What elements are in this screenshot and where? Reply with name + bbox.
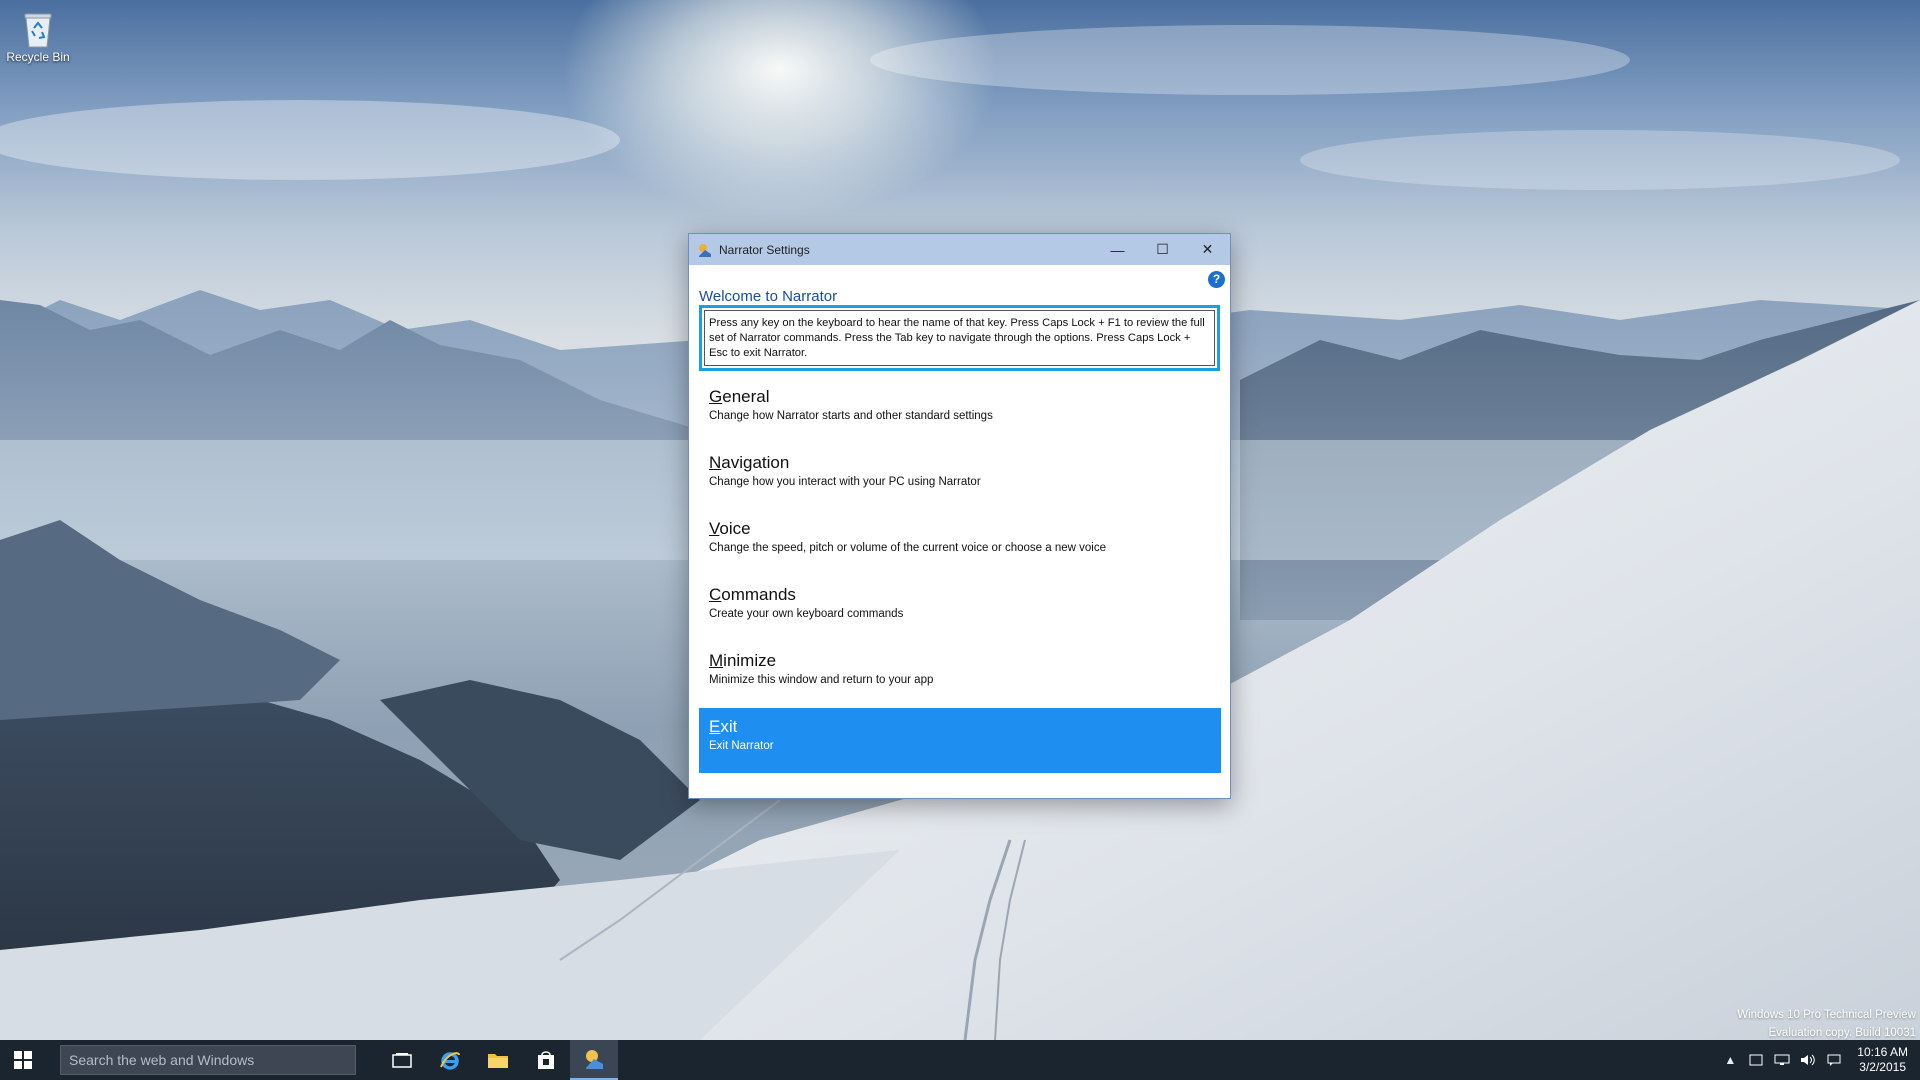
menu-item-description: Minimize this window and return to your …	[709, 674, 934, 686]
taskbar-clock[interactable]: 10:16 AM 3/2/2015	[1857, 1045, 1908, 1075]
internet-explorer-icon	[440, 1052, 460, 1070]
menu-item-description: Create your own keyboard commands	[709, 608, 904, 620]
task-view-icon	[392, 1053, 412, 1068]
menu-item-description: Change the speed, pitch or volume of the…	[709, 542, 1106, 554]
recycle-bin-icon	[24, 13, 52, 48]
menu-item-label: Minimize	[709, 651, 777, 670]
window-title: Narrator Settings	[719, 242, 810, 257]
notifications-icon[interactable]	[1821, 1054, 1847, 1066]
show-hidden-icons-chevron[interactable]: ▲	[1717, 1053, 1743, 1067]
internet-explorer-button[interactable]	[426, 1040, 474, 1080]
menu-item-label: Navigation	[709, 453, 790, 472]
network-monitor-icon	[1774, 1054, 1790, 1065]
network-icon[interactable]	[1769, 1054, 1795, 1066]
menu-item-label: Voice	[709, 519, 751, 538]
clock-date: 3/2/2015	[1859, 1060, 1906, 1074]
welcome-heading: Welcome to Narrator	[699, 288, 838, 305]
windows-watermark: Windows 10 Pro Technical Preview Evaluat…	[1737, 1006, 1916, 1042]
clock-time: 10:16 AM	[1857, 1045, 1908, 1059]
intro-text-focus-ring: Press any key on the keyboard to hear th…	[699, 305, 1220, 371]
store-button[interactable]	[522, 1040, 570, 1080]
maximize-button[interactable]: ☐	[1140, 234, 1185, 265]
recycle-bin-shortcut[interactable]: Recycle Bin	[4, 6, 72, 76]
menu-item-exit[interactable]: Exit Exit Narrator	[699, 708, 1221, 773]
message-icon	[1827, 1054, 1841, 1066]
taskbar-search-box[interactable]: Search the web and Windows	[60, 1045, 356, 1075]
narrator-app-icon	[699, 243, 711, 257]
menu-item-commands[interactable]: Commands Create your own keyboard comman…	[699, 576, 1221, 642]
menu-item-description: Change how Narrator starts and other sta…	[709, 410, 993, 422]
intro-text[interactable]: Press any key on the keyboard to hear th…	[704, 310, 1215, 366]
task-view-button[interactable]	[378, 1040, 426, 1080]
menu-item-label: Exit	[709, 717, 738, 736]
speaker-icon	[1801, 1054, 1816, 1066]
menu-item-label: General	[709, 387, 770, 406]
action-center-icon[interactable]	[1743, 1054, 1769, 1066]
store-icon	[538, 1051, 554, 1069]
recycle-bin-label: Recycle Bin	[6, 50, 70, 64]
narrator-settings-window: Narrator Settings — ☐ ✕ ? Welcome to Nar…	[688, 233, 1231, 799]
settings-menu: General Change how Narrator starts and o…	[699, 378, 1221, 773]
flag-icon	[1749, 1054, 1763, 1066]
menu-item-description: Change how you interact with your PC usi…	[709, 476, 981, 488]
menu-item-description: Exit Narrator	[709, 740, 774, 752]
watermark-edition: Windows 10 Pro Technical Preview	[1737, 1009, 1916, 1021]
menu-item-voice[interactable]: Voice Change the speed, pitch or volume …	[699, 510, 1221, 576]
help-icon[interactable]: ?	[1208, 271, 1225, 288]
menu-item-minimize[interactable]: Minimize Minimize this window and return…	[699, 642, 1221, 708]
close-button[interactable]: ✕	[1185, 234, 1230, 265]
menu-item-general[interactable]: General Change how Narrator starts and o…	[699, 378, 1221, 444]
menu-item-navigation[interactable]: Navigation Change how you interact with …	[699, 444, 1221, 510]
volume-icon[interactable]	[1795, 1054, 1821, 1066]
window-titlebar[interactable]: Narrator Settings — ☐ ✕	[689, 234, 1230, 265]
menu-item-label: Commands	[709, 585, 796, 604]
windows-logo-icon	[14, 1051, 32, 1069]
file-explorer-button[interactable]	[474, 1040, 522, 1080]
system-tray: ▲ 10:16 AM 3/2/2015	[1717, 1040, 1920, 1080]
narrator-taskbar-button[interactable]	[570, 1040, 618, 1080]
narrator-icon	[586, 1050, 603, 1069]
minimize-button[interactable]: —	[1095, 234, 1140, 265]
taskbar: Search the web and Windows ▲ 10:16 AM 3/…	[0, 1040, 1920, 1080]
file-explorer-icon	[488, 1054, 508, 1068]
start-button[interactable]	[0, 1040, 46, 1080]
